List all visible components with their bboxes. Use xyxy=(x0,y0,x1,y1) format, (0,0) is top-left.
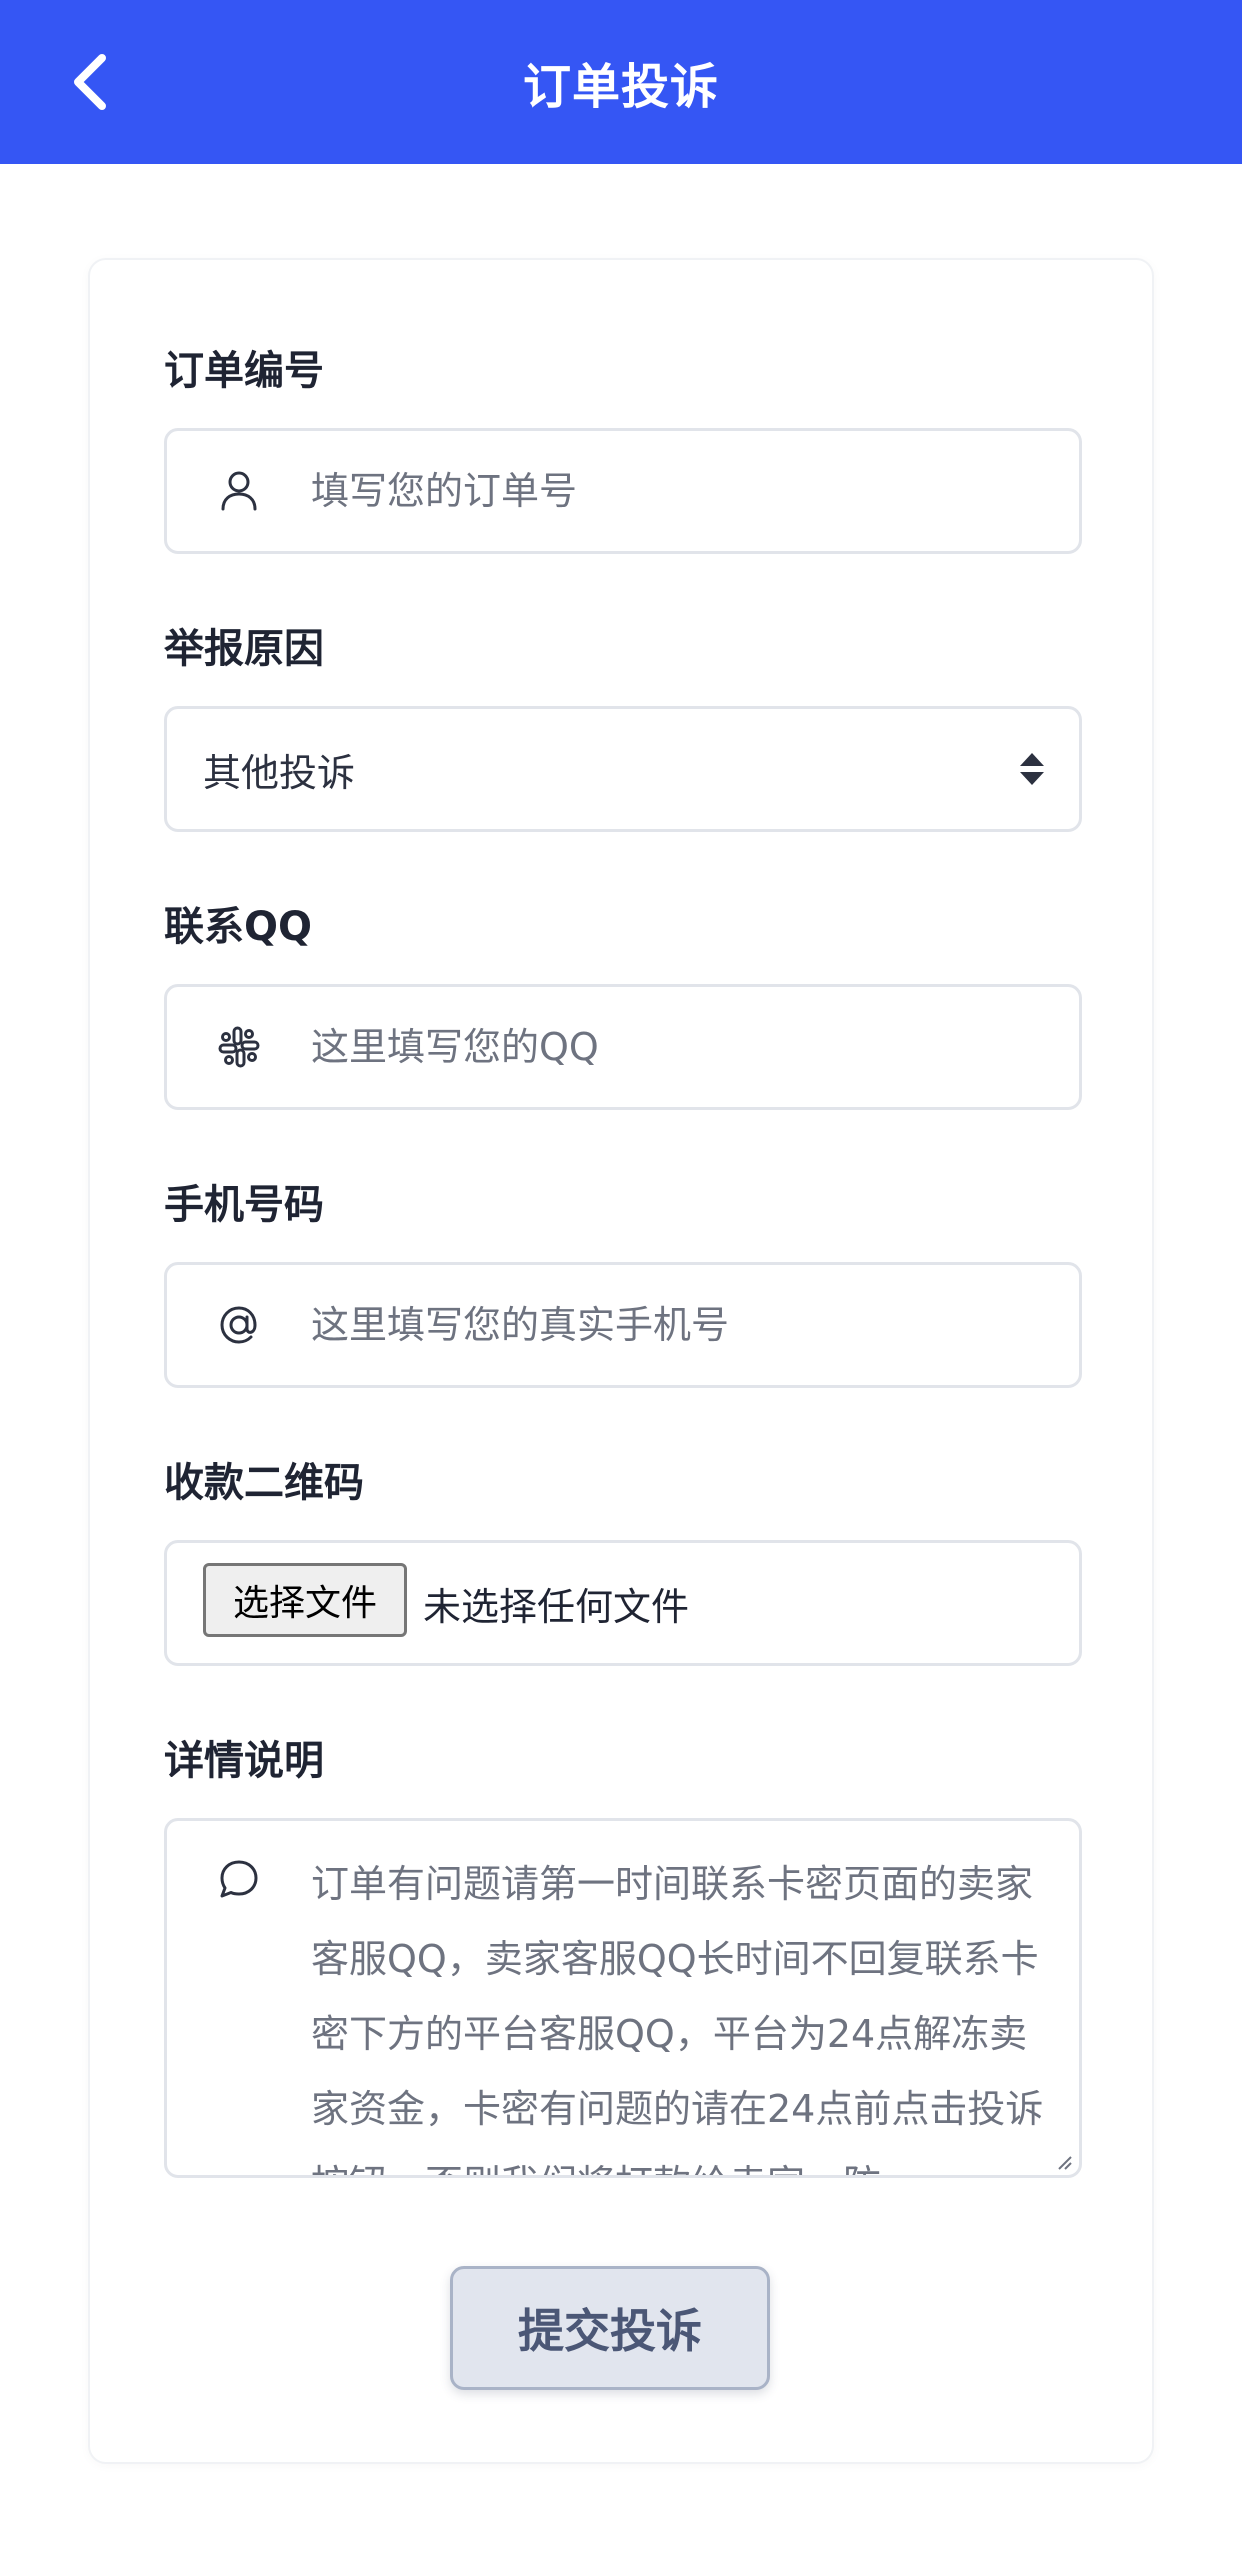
slack-icon xyxy=(217,1025,261,1069)
qr-code-label: 收款二维码 xyxy=(164,1460,364,1506)
qr-code-file-field: 选择文件 未选择任何文件 xyxy=(164,1540,1082,1666)
order-number-label: 订单编号 xyxy=(164,348,324,394)
contact-qq-label: 联系QQ xyxy=(164,904,313,950)
chevron-left-icon xyxy=(74,54,106,110)
order-number-input[interactable] xyxy=(311,431,1049,551)
complaint-form: 订单编号 举报原因 其他投诉 联系QQ xyxy=(88,258,1154,2464)
file-status-text: 未选择任何文件 xyxy=(423,1584,690,1629)
order-number-field[interactable] xyxy=(164,428,1082,554)
report-reason-value: 其他投诉 xyxy=(203,750,356,795)
contact-qq-input[interactable] xyxy=(311,987,1049,1107)
page-title: 订单投诉 xyxy=(522,59,719,115)
sort-arrows-icon xyxy=(1020,753,1044,785)
resize-handle-icon[interactable] xyxy=(1055,2153,1073,2171)
submit-complaint-button[interactable]: 提交投诉 xyxy=(450,2266,770,2390)
at-sign-icon xyxy=(217,1303,261,1347)
phone-field[interactable] xyxy=(164,1262,1082,1388)
details-field[interactable]: 订单有问题请第一时间联系卡密页面的卖家客服QQ，卖家客服QQ长时间不回复联系卡密… xyxy=(164,1818,1082,2178)
details-label: 详情说明 xyxy=(164,1738,324,1784)
phone-input[interactable] xyxy=(311,1265,1049,1385)
user-icon xyxy=(217,469,261,513)
contact-qq-field[interactable] xyxy=(164,984,1082,1110)
app-header: 订单投诉 xyxy=(0,0,1242,164)
details-textarea[interactable]: 订单有问题请第一时间联系卡密页面的卖家客服QQ，卖家客服QQ长时间不回复联系卡密… xyxy=(311,1847,1057,2175)
choose-file-button[interactable]: 选择文件 xyxy=(203,1563,407,1637)
message-circle-icon xyxy=(217,1857,261,1901)
phone-label: 手机号码 xyxy=(164,1182,324,1228)
back-button[interactable] xyxy=(50,42,130,122)
report-reason-label: 举报原因 xyxy=(164,626,324,672)
report-reason-select[interactable]: 其他投诉 xyxy=(164,706,1082,832)
